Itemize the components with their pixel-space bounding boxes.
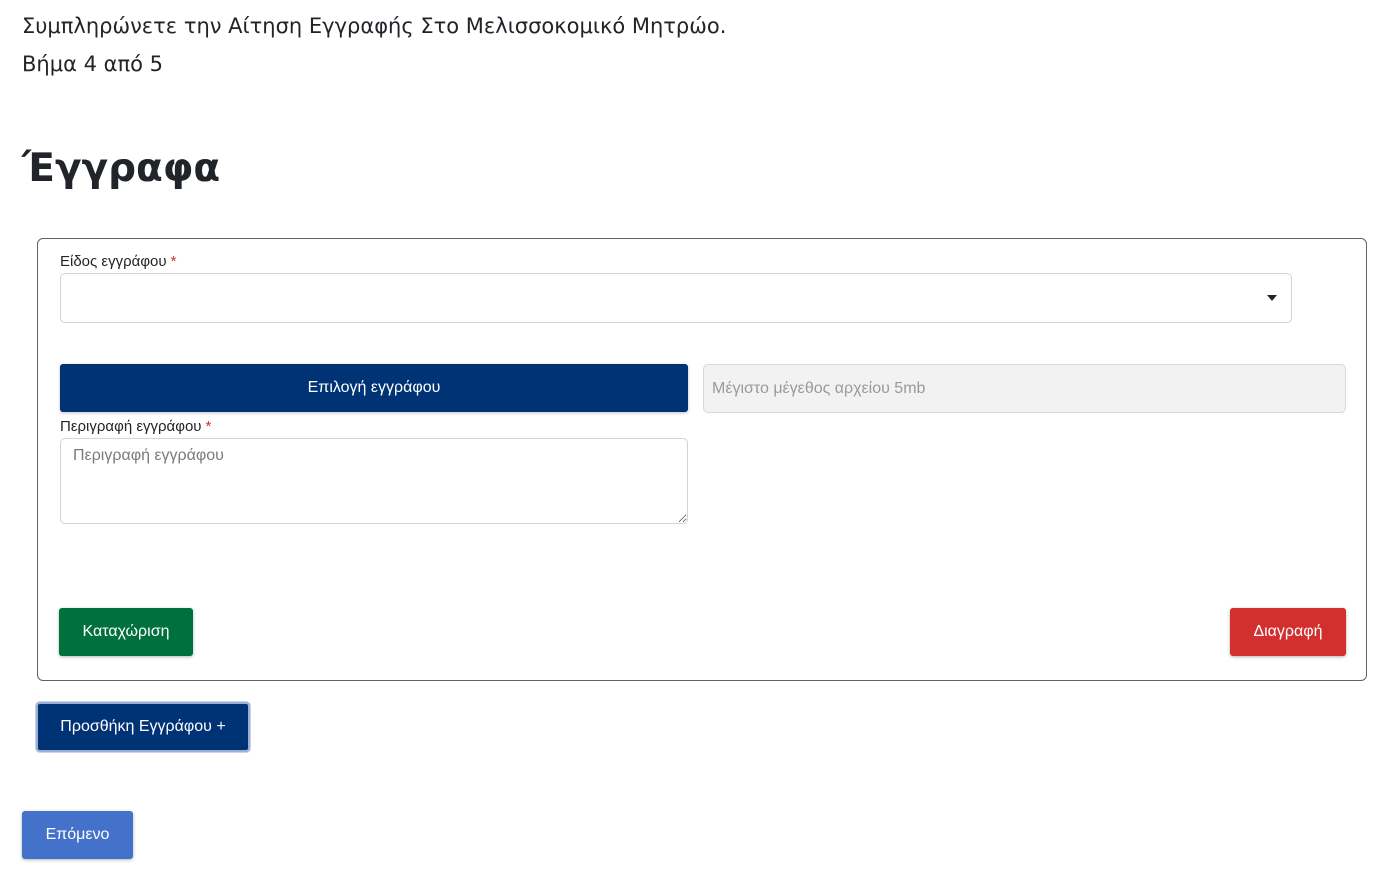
next-button[interactable]: Επόμενο [22,811,133,859]
doc-type-label-text: Είδος εγγράφου [60,253,167,270]
description-textarea[interactable] [60,438,688,524]
add-document-button[interactable]: Προσθήκη Εγγράφου + [36,702,250,752]
file-name-field[interactable] [703,364,1346,413]
choose-file-button[interactable]: Επιλογή εγγράφου [60,364,688,412]
required-marker: * [205,418,212,435]
caret-down-icon [1267,295,1277,301]
delete-button[interactable]: Διαγραφή [1230,608,1346,656]
step-indicator: Βήμα 4 από 5 [22,52,164,76]
doc-type-select[interactable] [60,273,1292,323]
document-card: Είδος εγγράφου* Επιλογή εγγράφου Περιγρα… [37,238,1367,681]
description-label: Περιγραφή εγγράφου * [60,418,211,435]
page-title: Έγγραφα [22,146,221,191]
submit-button[interactable]: Καταχώριση [59,608,193,656]
description-label-text: Περιγραφή εγγράφου [60,418,202,435]
required-marker: * [170,253,177,270]
application-title: Συμπληρώνετε την Αίτηση Εγγραφής Στο Μελ… [22,14,727,38]
doc-type-label: Είδος εγγράφου * [60,253,176,270]
